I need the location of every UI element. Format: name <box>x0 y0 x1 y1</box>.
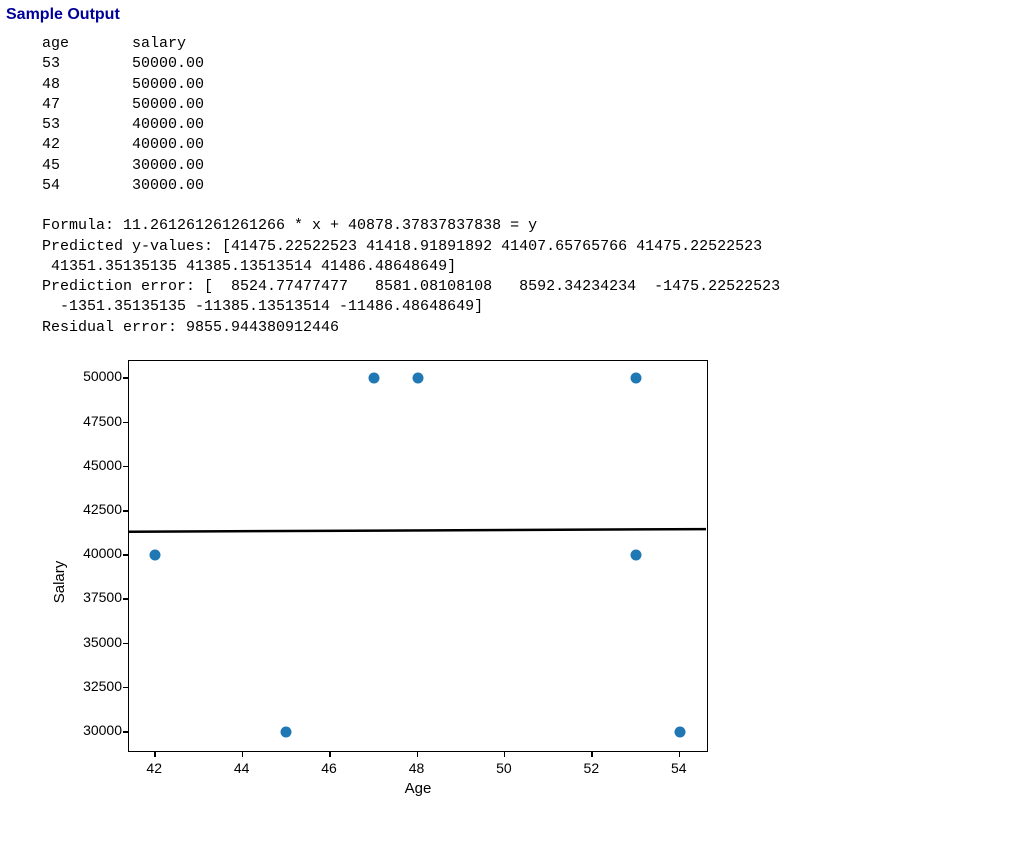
y-tick-label: 50000 <box>62 368 122 384</box>
x-tick-mark <box>679 752 681 757</box>
x-tick-mark <box>504 752 506 757</box>
data-point <box>631 373 642 384</box>
y-tick-mark <box>123 466 128 468</box>
y-tick-label: 30000 <box>62 722 122 738</box>
data-point <box>368 373 379 384</box>
x-tick-mark <box>154 752 156 757</box>
y-tick-mark <box>123 377 128 379</box>
data-point <box>281 727 292 738</box>
data-point <box>150 550 161 561</box>
y-tick-mark <box>123 422 128 424</box>
y-tick-mark <box>123 731 128 733</box>
x-tick-label: 50 <box>484 760 524 776</box>
x-tick-label: 42 <box>134 760 174 776</box>
y-tick-mark <box>123 643 128 645</box>
y-tick-label: 42500 <box>62 501 122 517</box>
section-title: Sample Output <box>6 6 1018 24</box>
x-tick-label: 46 <box>309 760 349 776</box>
x-tick-label: 54 <box>659 760 699 776</box>
x-tick-mark <box>329 752 331 757</box>
data-point <box>674 727 685 738</box>
y-tick-label: 40000 <box>62 545 122 561</box>
y-tick-label: 37500 <box>62 589 122 605</box>
data-point <box>631 550 642 561</box>
x-tick-label: 52 <box>571 760 611 776</box>
x-tick-label: 48 <box>397 760 437 776</box>
data-point <box>412 373 423 384</box>
regression-line <box>129 529 706 532</box>
y-tick-label: 32500 <box>62 678 122 694</box>
y-tick-mark <box>123 554 128 556</box>
page-root: Sample Output age salary 53 50000.00 48 … <box>0 0 1024 835</box>
x-tick-mark <box>591 752 593 757</box>
x-tick-mark <box>417 752 419 757</box>
y-tick-label: 47500 <box>62 413 122 429</box>
x-tick-label: 44 <box>222 760 262 776</box>
plot-svg <box>129 361 707 751</box>
x-axis-label: Age <box>128 780 708 797</box>
y-tick-mark <box>123 598 128 600</box>
y-tick-mark <box>123 687 128 689</box>
output-block: age salary 53 50000.00 48 50000.00 47 50… <box>42 34 1018 338</box>
plot-frame <box>128 360 708 752</box>
y-tick-mark <box>123 510 128 512</box>
y-tick-label: 35000 <box>62 634 122 650</box>
y-tick-label: 45000 <box>62 457 122 473</box>
chart-area: Salary Age 30000325003500037500400004250… <box>42 350 722 815</box>
x-tick-mark <box>242 752 244 757</box>
